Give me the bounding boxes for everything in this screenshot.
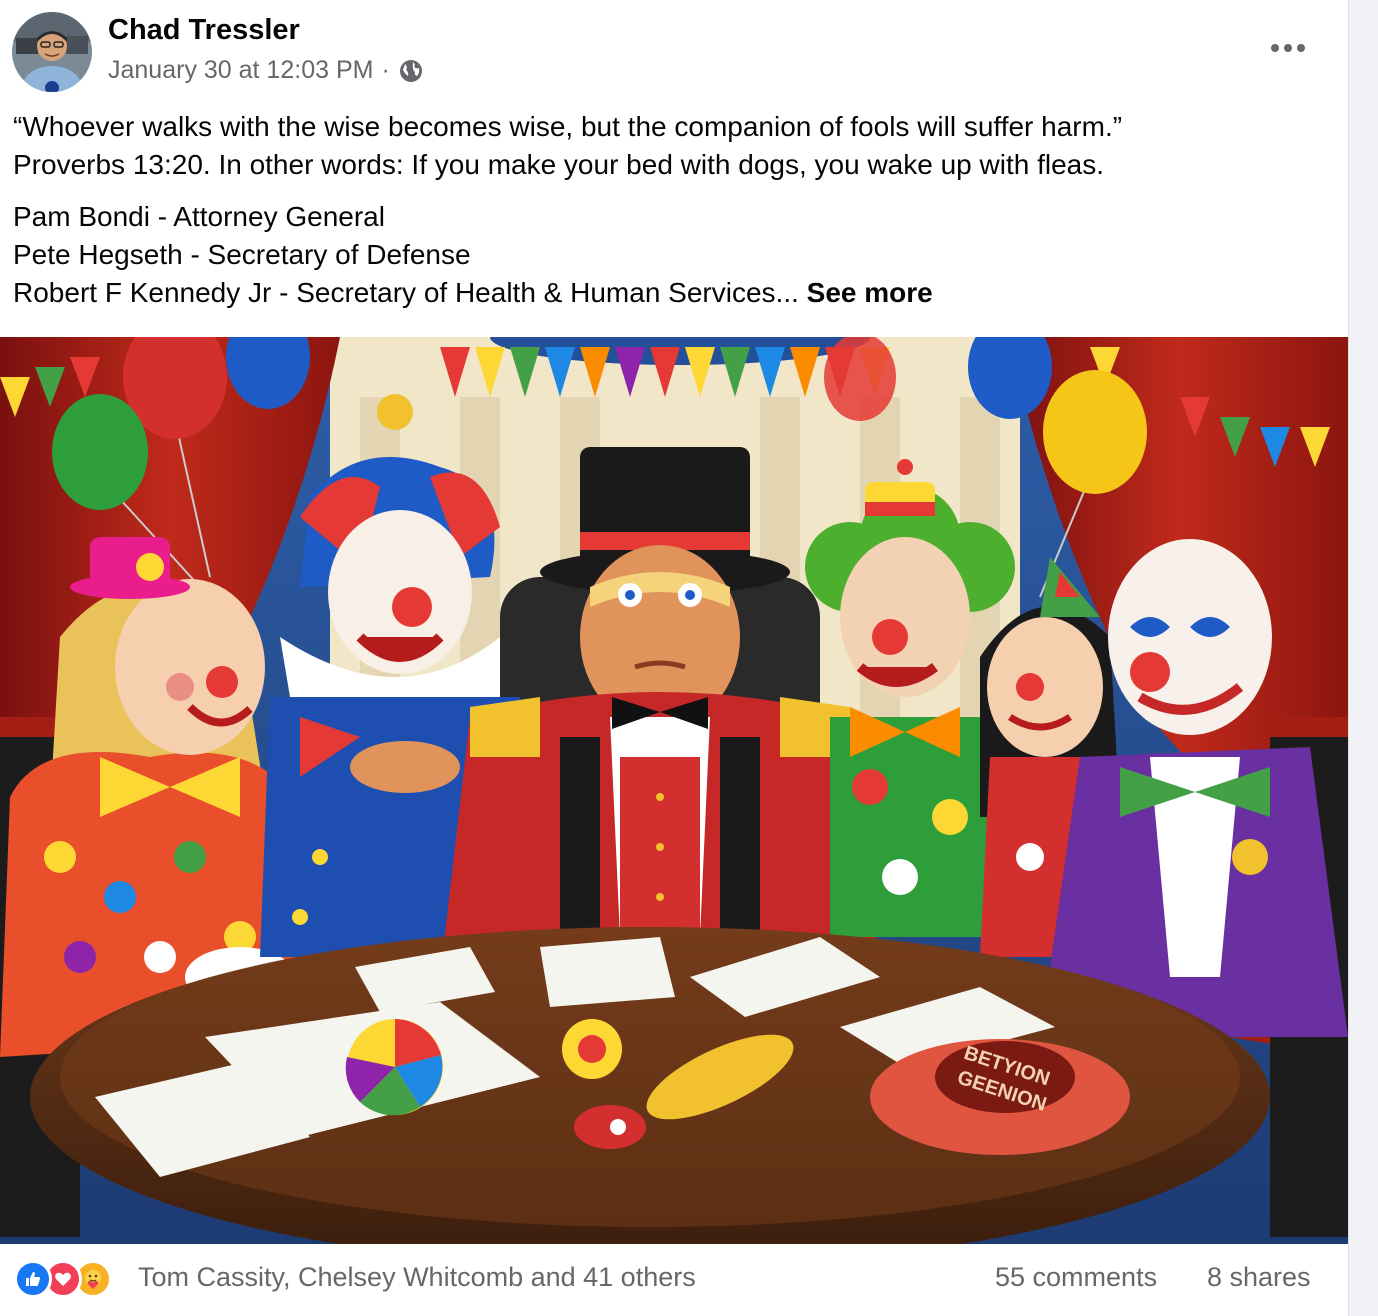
clown-cabinet-illustration: BETYION GEENION	[0, 337, 1348, 1244]
post-meta: January 30 at 12:03 PM ·	[108, 56, 424, 85]
post-text-line: Proverbs 13:20. In other words: If you m…	[13, 149, 1105, 180]
author-name[interactable]: Chad Tressler	[108, 14, 300, 47]
post-timestamp[interactable]: January 30 at 12:03 PM	[108, 56, 373, 85]
more-horizontal-icon	[1271, 44, 1305, 52]
reactors-text[interactable]: Tom Cassity, Chelsey Whitcomb and 41 oth…	[138, 1262, 696, 1293]
post-card: Chad Tressler January 30 at 12:03 PM · “…	[0, 0, 1349, 1316]
post-list-line-text: Robert F Kennedy Jr - Secretary of Healt…	[13, 277, 799, 308]
comments-count[interactable]: 55 comments	[995, 1262, 1157, 1293]
post-header: Chad Tressler January 30 at 12:03 PM ·	[0, 0, 1348, 100]
more-options-button[interactable]	[1262, 26, 1314, 70]
post-image[interactable]: BETYION GEENION	[0, 337, 1348, 1244]
like-icon	[14, 1260, 52, 1298]
author-avatar[interactable]	[12, 12, 92, 92]
page-gutter	[1349, 0, 1378, 1316]
post-list-line: Pete Hegseth - Secretary of Defense	[13, 239, 471, 270]
post-text: “Whoever walks with the wise becomes wis…	[13, 108, 1333, 312]
shares-count[interactable]: 8 shares	[1207, 1262, 1311, 1293]
avatar-image	[12, 12, 92, 92]
post-list-line-last: Robert F Kennedy Jr - Secretary of Healt…	[13, 274, 1333, 312]
reaction-icons[interactable]	[14, 1260, 112, 1298]
post-text-line: “Whoever walks with the wise becomes wis…	[13, 111, 1123, 142]
post-list-line: Pam Bondi - Attorney General	[13, 201, 385, 232]
post-footer: Tom Cassity, Chelsey Whitcomb and 41 oth…	[0, 1244, 1348, 1316]
meta-separator: ·	[381, 56, 390, 84]
globe-icon[interactable]	[398, 58, 424, 84]
see-more-link[interactable]: See more	[807, 277, 933, 308]
